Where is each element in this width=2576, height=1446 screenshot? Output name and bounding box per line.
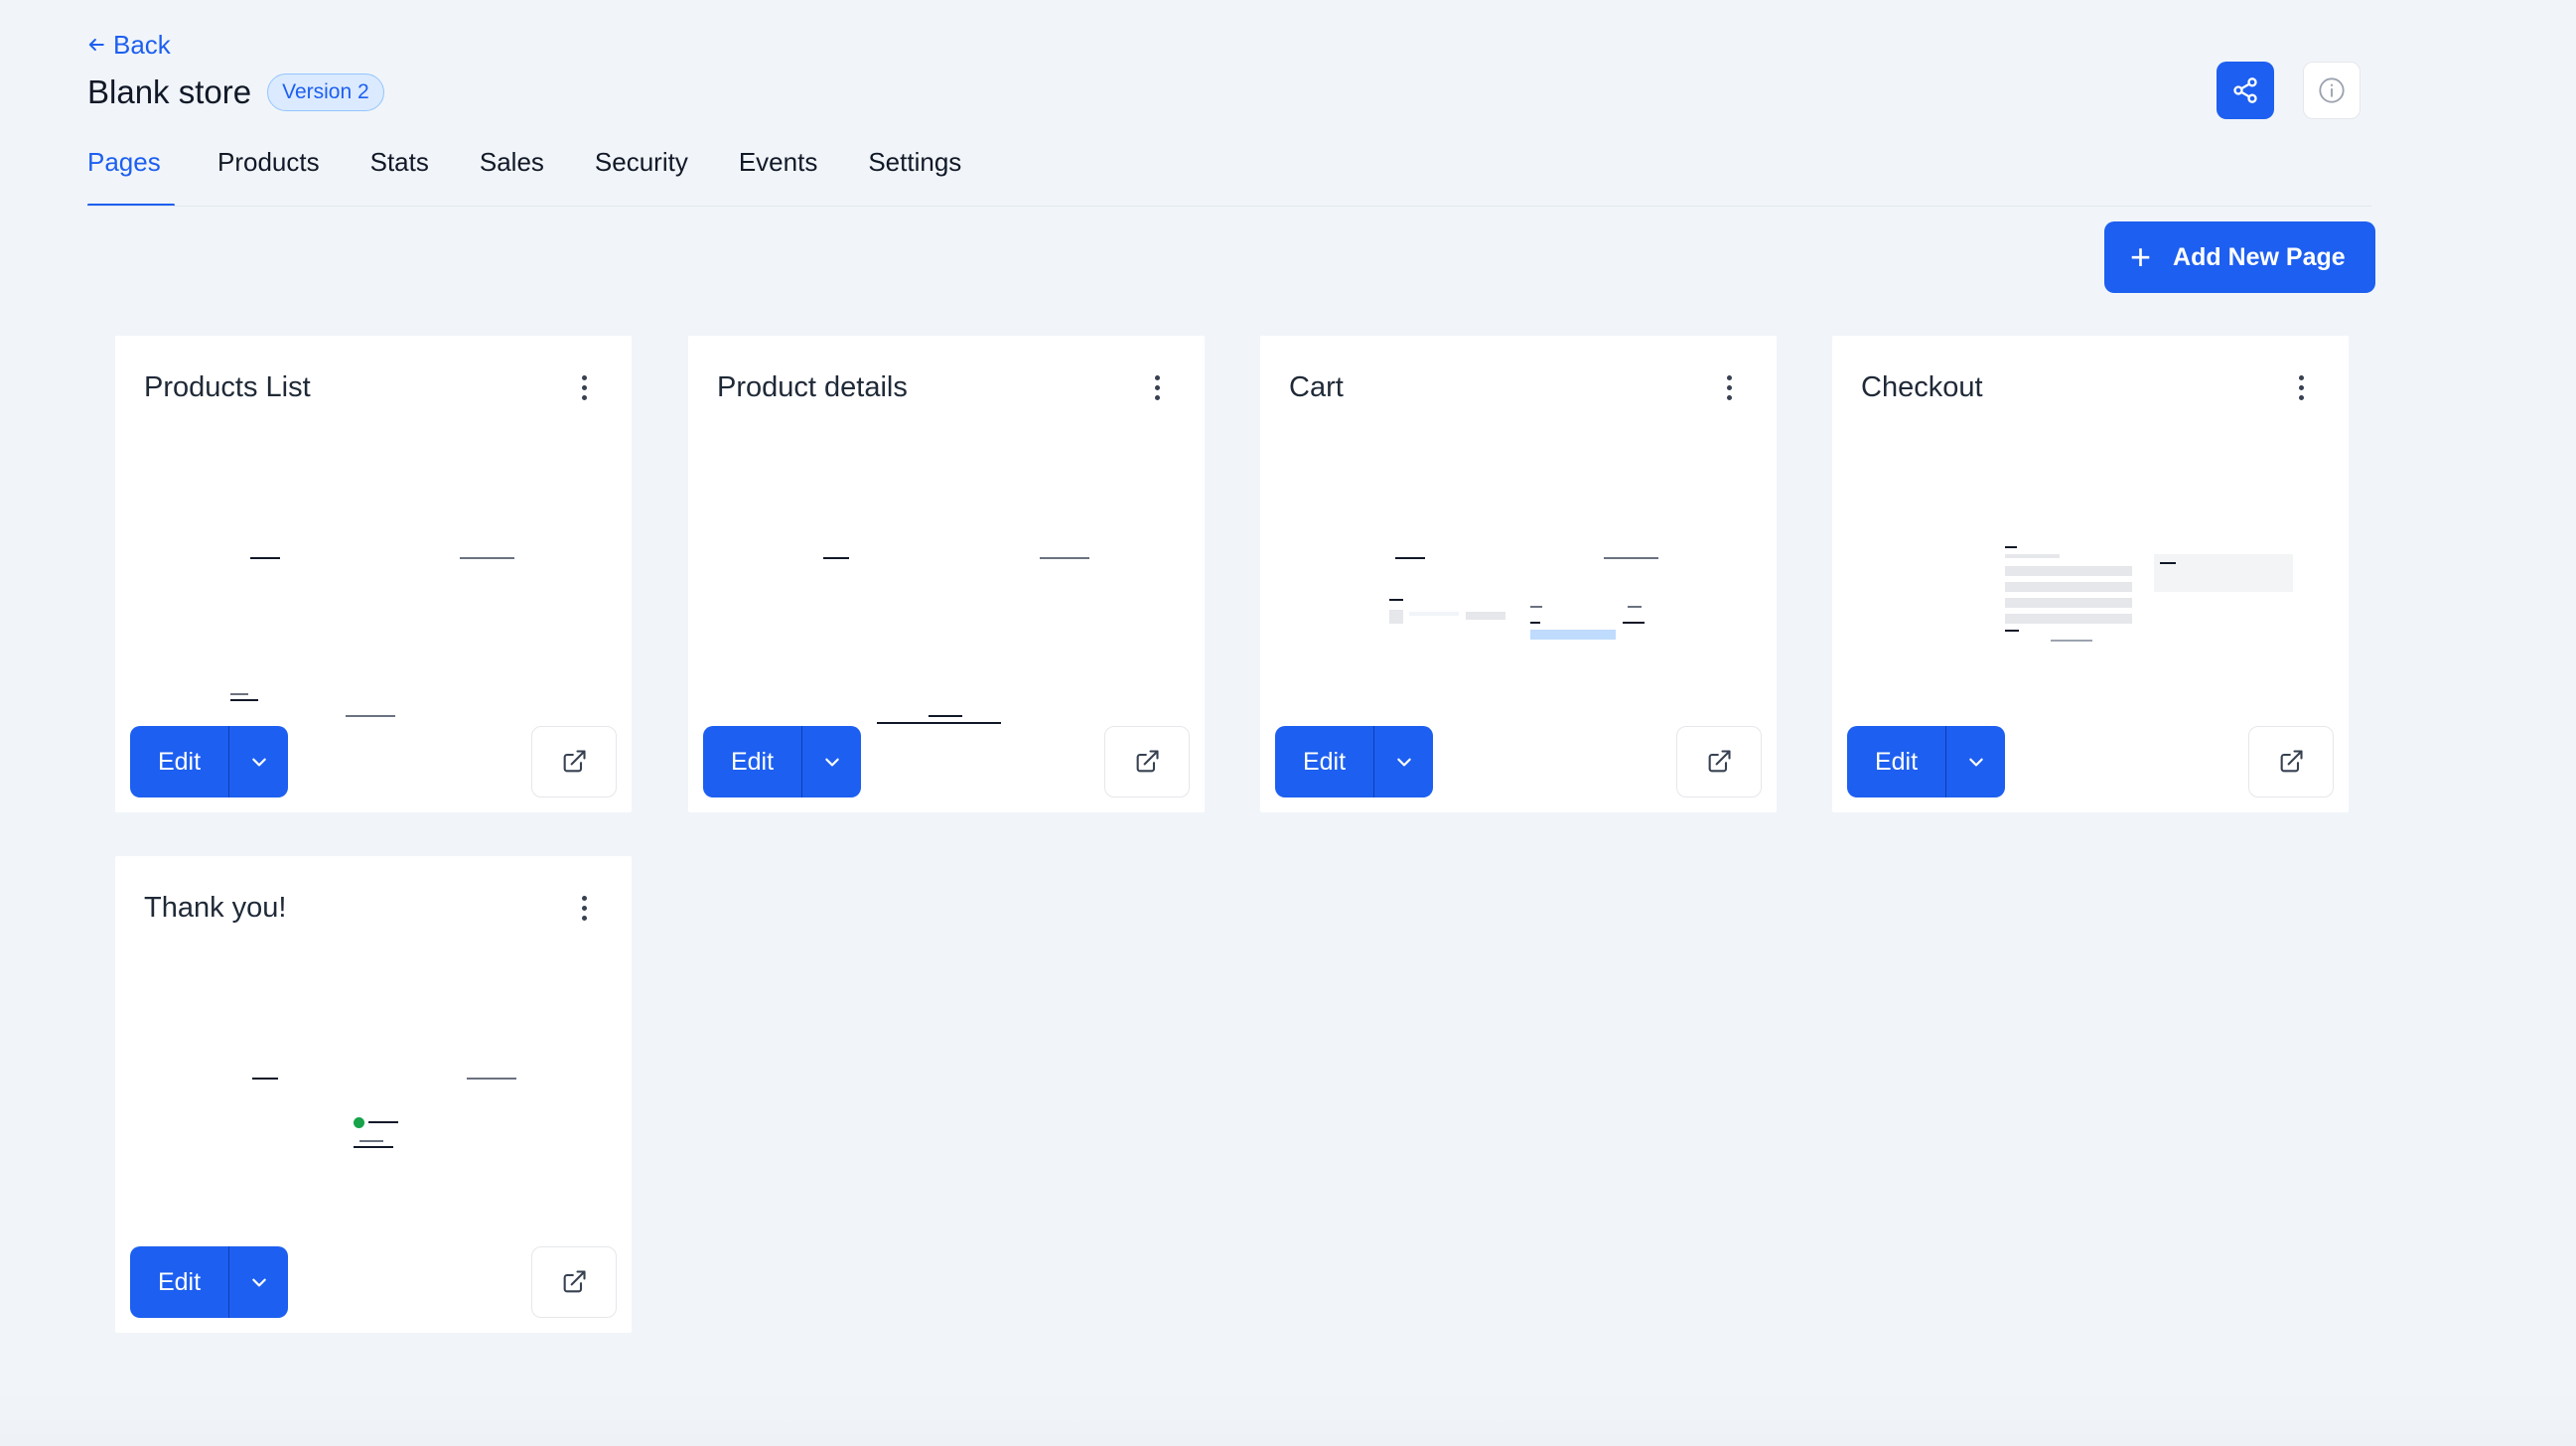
open-page-button[interactable] [531, 726, 617, 797]
edit-split-button: Edit [703, 726, 861, 797]
edit-button[interactable]: Edit [1847, 726, 1946, 797]
page-card-title: Thank you! [144, 892, 287, 924]
arrow-left-icon [88, 38, 104, 52]
page-card-product-details: Product details Edit [688, 336, 1205, 812]
external-link-icon [1708, 750, 1731, 773]
external-link-icon [563, 750, 586, 773]
edit-button[interactable]: Edit [130, 726, 229, 797]
edit-button[interactable]: Edit [703, 726, 802, 797]
title-row: Blank store Version 2 [87, 70, 384, 115]
external-link-icon [2280, 750, 2303, 773]
edit-options-dropdown[interactable] [1946, 726, 2005, 797]
page-card-title: Checkout [1861, 371, 1983, 403]
chevron-down-icon [824, 758, 839, 767]
kebab-menu-icon[interactable] [572, 890, 596, 926]
edit-split-button: Edit [1275, 726, 1433, 797]
page-preview-thumbnail [1320, 435, 1717, 693]
edit-split-button: Edit [130, 726, 288, 797]
page-card-products-list: Products List Edit [115, 336, 632, 812]
chevron-down-icon [1396, 758, 1411, 767]
external-link-icon [1136, 750, 1159, 773]
share-button[interactable] [2217, 62, 2274, 119]
back-link[interactable]: Back [87, 28, 171, 62]
edit-split-button: Edit [130, 1246, 288, 1318]
page-preview-thumbnail [1892, 435, 2293, 693]
add-new-page-button[interactable]: + Add New Page [2104, 221, 2375, 293]
edit-button[interactable]: Edit [130, 1246, 229, 1318]
tab-security[interactable]: Security [595, 139, 688, 207]
page-card-title: Products List [144, 371, 311, 403]
tab-events[interactable]: Events [739, 139, 818, 207]
edit-split-button: Edit [1847, 726, 2005, 797]
tab-stats[interactable]: Stats [370, 139, 429, 207]
open-page-button[interactable] [2248, 726, 2334, 797]
external-link-icon [563, 1270, 586, 1293]
page-title: Blank store [87, 73, 252, 110]
chevron-down-icon [1968, 758, 1983, 767]
edit-options-dropdown[interactable] [229, 726, 288, 797]
tab-settings[interactable]: Settings [868, 139, 961, 207]
chevron-down-icon [251, 758, 266, 767]
page-card-thank-you: Thank you! Edit [115, 856, 632, 1333]
tab-products[interactable]: Products [217, 139, 320, 207]
kebab-menu-icon[interactable] [2289, 369, 2313, 405]
page-card-title: Product details [717, 371, 908, 403]
version-badge: Version 2 [267, 73, 384, 111]
plus-icon: + [2130, 236, 2152, 277]
open-page-button[interactable] [531, 1246, 617, 1318]
page-card-title: Cart [1289, 371, 1344, 403]
open-page-button[interactable] [1104, 726, 1190, 797]
page-preview-thumbnail [175, 955, 572, 1214]
bottom-edge [0, 1390, 2576, 1446]
open-page-button[interactable] [1676, 726, 1762, 797]
info-button[interactable] [2303, 62, 2361, 119]
info-icon [2319, 77, 2345, 103]
back-label: Back [113, 29, 171, 60]
kebab-menu-icon[interactable] [572, 369, 596, 405]
share-icon [2233, 77, 2257, 103]
kebab-menu-icon[interactable] [1145, 369, 1169, 405]
tab-sales[interactable]: Sales [480, 139, 544, 207]
page-card-cart: Cart Edit [1260, 336, 1777, 812]
page-preview-thumbnail [748, 435, 1145, 724]
edit-options-dropdown[interactable] [1374, 726, 1433, 797]
edit-button[interactable]: Edit [1275, 726, 1374, 797]
tab-pages[interactable]: Pages [87, 139, 175, 207]
edit-options-dropdown[interactable] [229, 1246, 288, 1318]
chevron-down-icon [251, 1278, 266, 1287]
kebab-menu-icon[interactable] [1717, 369, 1741, 405]
tab-bar: Pages Products Stats Sales Security Even… [87, 139, 961, 207]
page-card-checkout: Checkout Edit [1832, 336, 2349, 812]
page-preview-thumbnail [175, 435, 572, 717]
add-new-page-label: Add New Page [2173, 242, 2346, 271]
tabs-divider [87, 206, 2371, 207]
edit-options-dropdown[interactable] [802, 726, 861, 797]
